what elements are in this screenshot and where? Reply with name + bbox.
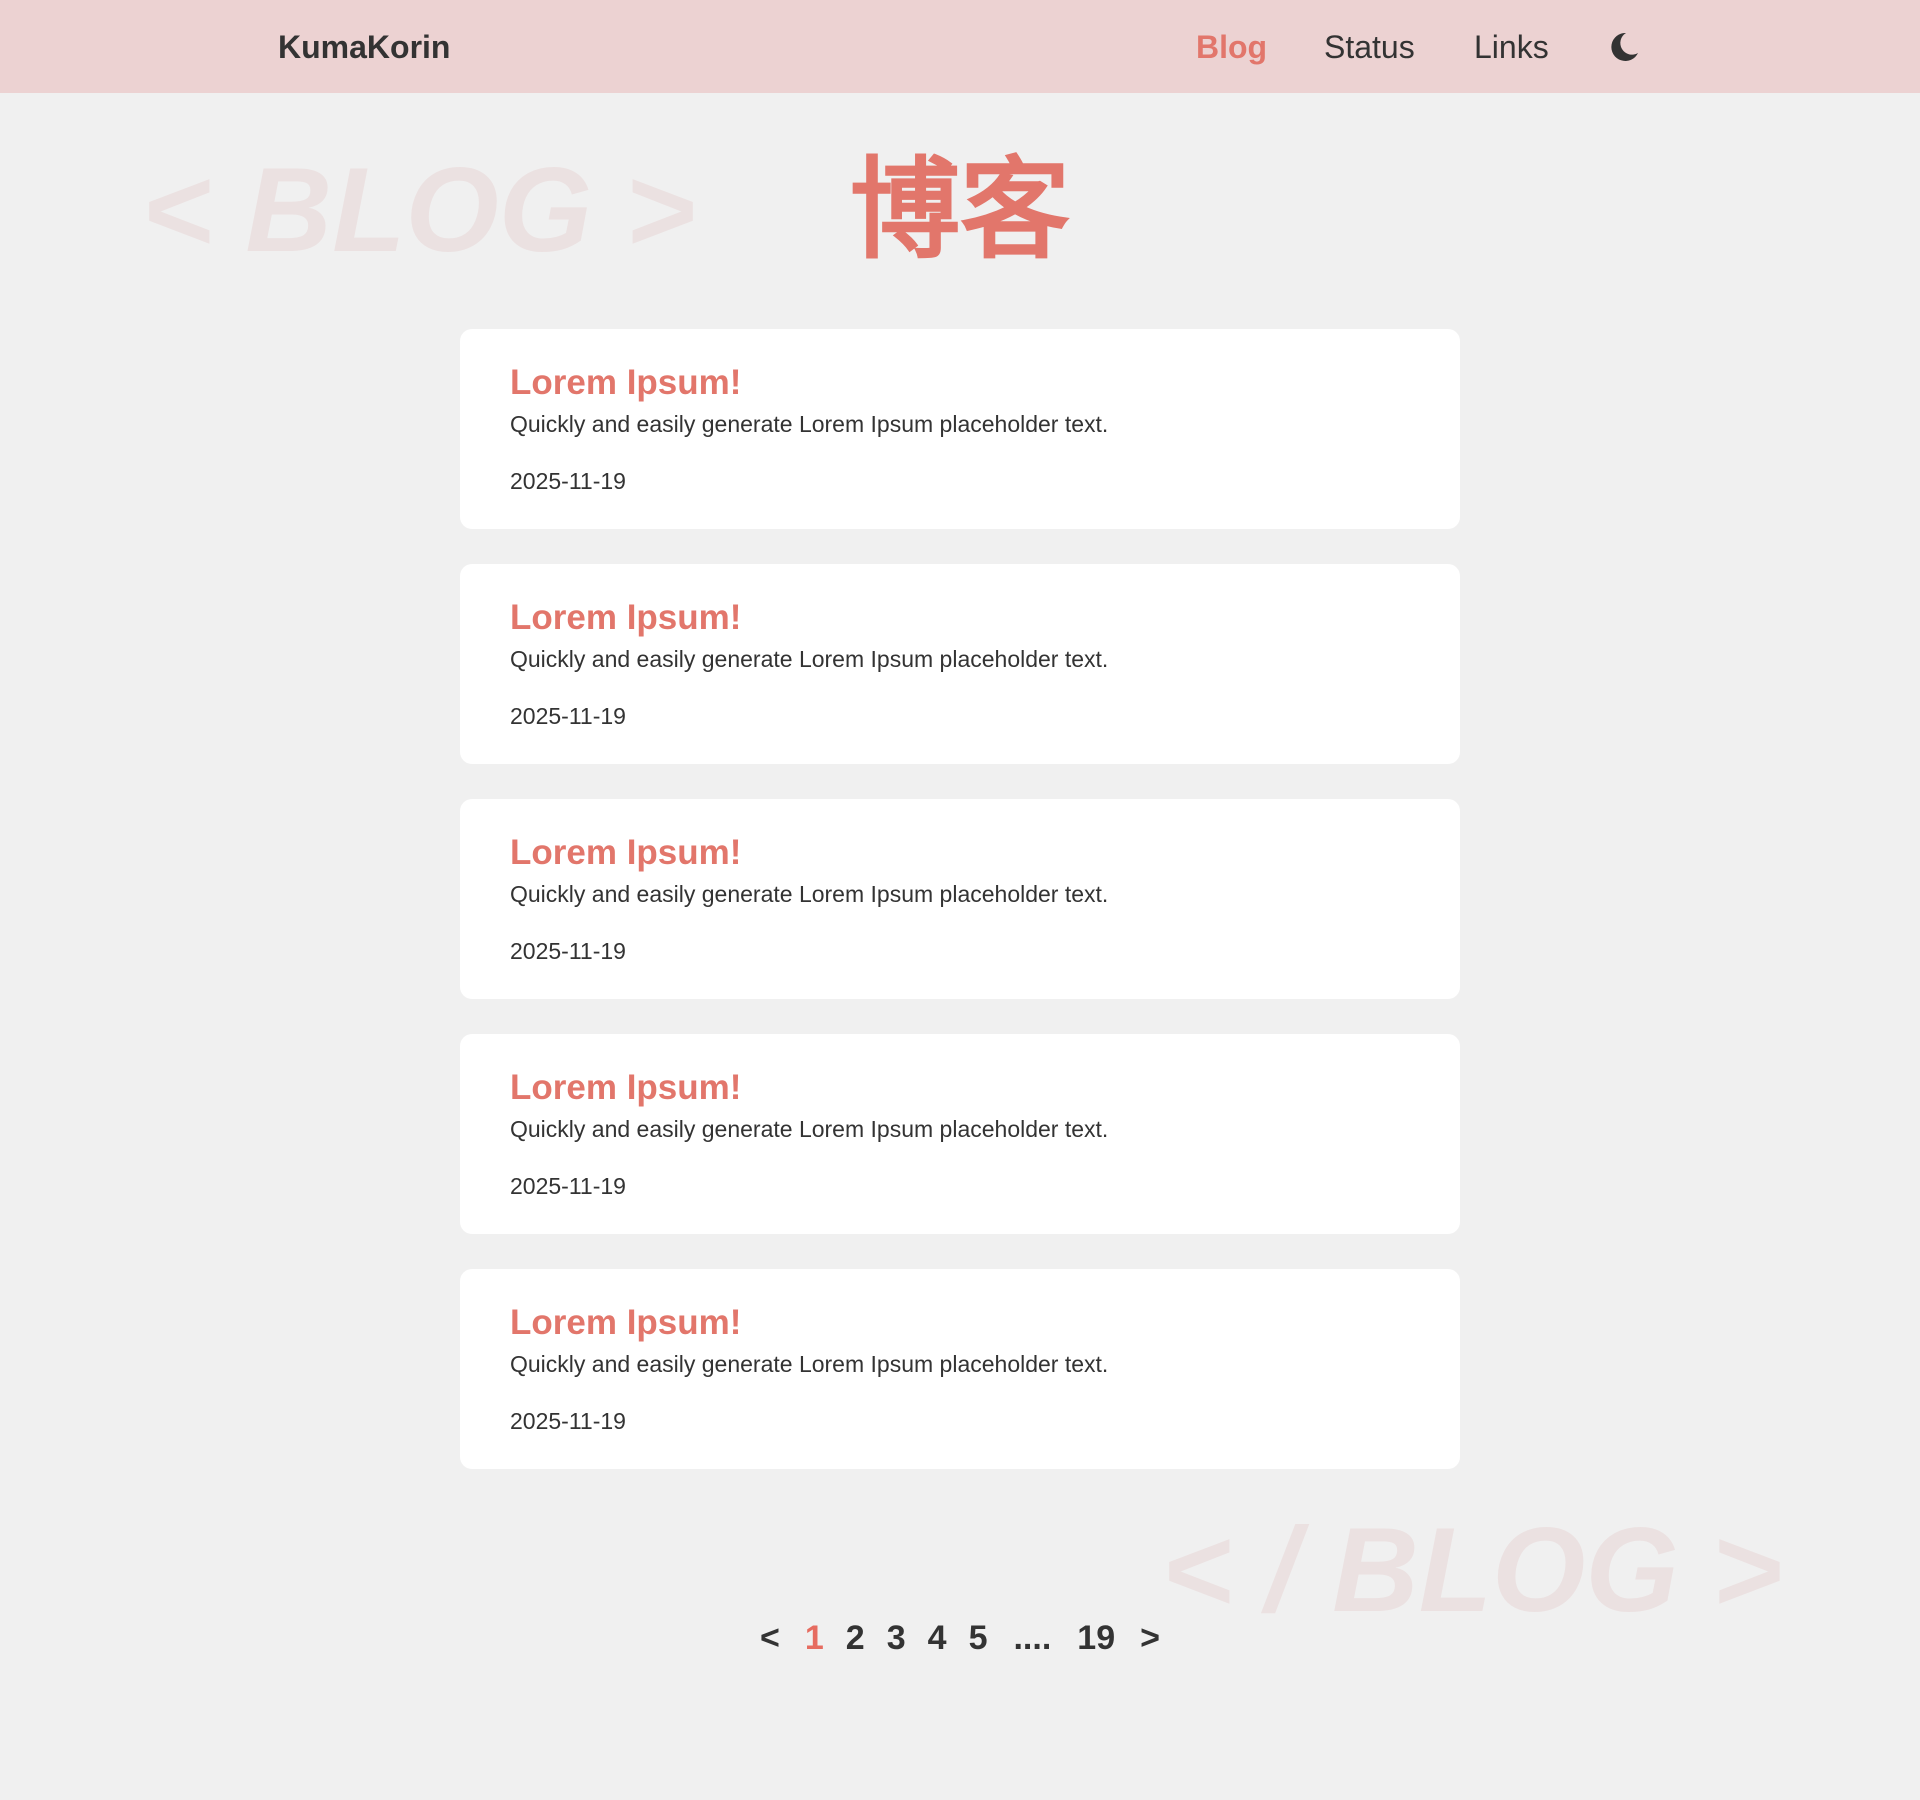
post-excerpt: Quickly and easily generate Lorem Ipsum … <box>510 411 1109 437</box>
pagination-prev-button[interactable]: < <box>746 1614 794 1662</box>
pagination: < 1 2 3 4 5 .... 19 > <box>0 1614 1920 1662</box>
post-card[interactable]: Lorem Ipsum! Quickly and easily generate… <box>460 1269 1460 1469</box>
pagination-page-3[interactable]: 3 <box>876 1614 917 1662</box>
pagination-ellipsis: .... <box>1013 1619 1052 1657</box>
theme-toggle-button[interactable] <box>1606 29 1642 65</box>
pagination-page-4[interactable]: 4 <box>917 1614 958 1662</box>
post-date: 2025-11-19 <box>510 1173 626 1199</box>
site-brand-link[interactable]: KumaKorin <box>278 27 450 67</box>
pagination-page-last[interactable]: 19 <box>1066 1614 1126 1662</box>
nav-link-status[interactable]: Status <box>1324 27 1415 67</box>
post-list: Lorem Ipsum! Quickly and easily generate… <box>460 329 1460 1504</box>
post-title[interactable]: Lorem Ipsum! <box>510 1068 1410 1108</box>
post-title[interactable]: Lorem Ipsum! <box>510 1303 1410 1343</box>
pagination-page-5[interactable]: 5 <box>958 1614 999 1662</box>
post-card[interactable]: Lorem Ipsum! Quickly and easily generate… <box>460 799 1460 999</box>
pagination-page-2[interactable]: 2 <box>835 1614 876 1662</box>
post-excerpt: Quickly and easily generate Lorem Ipsum … <box>510 1116 1109 1142</box>
post-title[interactable]: Lorem Ipsum! <box>510 598 1410 638</box>
post-date: 2025-11-19 <box>510 1408 626 1434</box>
blog-watermark-close: < / BLOG > <box>1162 1503 1783 1637</box>
post-excerpt: Quickly and easily generate Lorem Ipsum … <box>510 1351 1109 1377</box>
post-title[interactable]: Lorem Ipsum! <box>510 363 1410 403</box>
post-excerpt: Quickly and easily generate Lorem Ipsum … <box>510 881 1109 907</box>
pagination-next-button[interactable]: > <box>1126 1614 1174 1662</box>
nav-link-blog[interactable]: Blog <box>1196 27 1267 67</box>
post-date: 2025-11-19 <box>510 468 626 494</box>
nav-link-links[interactable]: Links <box>1474 27 1549 67</box>
post-date: 2025-11-19 <box>510 938 626 964</box>
top-navbar: KumaKorin Blog Status Links <box>0 0 1920 93</box>
post-date: 2025-11-19 <box>510 703 626 729</box>
post-card[interactable]: Lorem Ipsum! Quickly and easily generate… <box>460 329 1460 529</box>
post-excerpt: Quickly and easily generate Lorem Ipsum … <box>510 646 1109 672</box>
moon-icon <box>1611 32 1638 61</box>
post-card[interactable]: Lorem Ipsum! Quickly and easily generate… <box>460 564 1460 764</box>
page-title: 博客 <box>850 149 1070 272</box>
post-title[interactable]: Lorem Ipsum! <box>510 833 1410 873</box>
pagination-page-1[interactable]: 1 <box>794 1614 835 1662</box>
post-card[interactable]: Lorem Ipsum! Quickly and easily generate… <box>460 1034 1460 1234</box>
